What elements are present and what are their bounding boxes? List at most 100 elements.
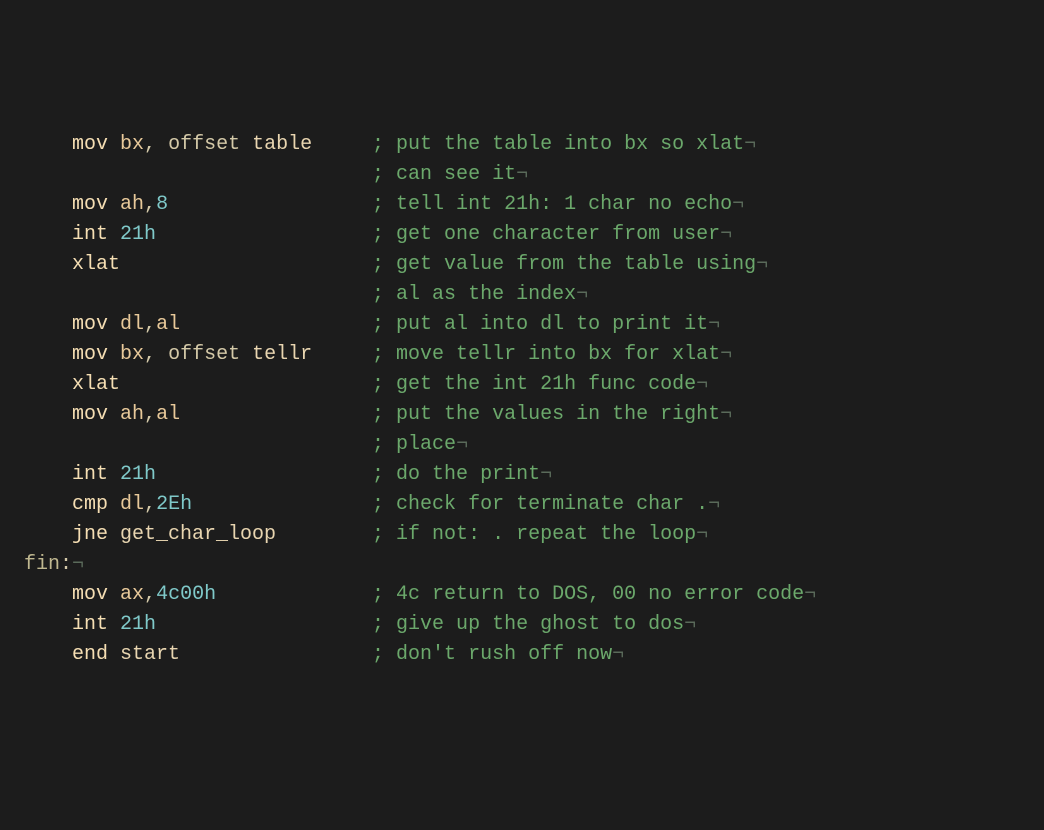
comment-container: ; put al into dl to print it¬ xyxy=(372,310,720,340)
comment-container: ; get value from the table using¬ xyxy=(372,250,768,280)
comment-container: ; can see it¬ xyxy=(372,160,528,190)
code-line: xlat; get the int 21h func code¬ xyxy=(0,370,1044,400)
eol-marker: ¬ xyxy=(696,373,708,396)
eol-marker: ¬ xyxy=(756,253,768,276)
code-line: mov ah,al; put the values in the right¬ xyxy=(0,400,1044,430)
token-register: ah xyxy=(120,403,144,426)
comment-text: ; check for terminate char . xyxy=(372,493,708,516)
comment-container: ; if not: . repeat the loop¬ xyxy=(372,520,708,550)
code-tokens-container: mov dl,al xyxy=(72,310,372,340)
token-keyword: offset xyxy=(168,343,240,366)
token-register: dl xyxy=(120,493,144,516)
token-space xyxy=(276,523,312,546)
code-tokens-container: end start xyxy=(72,640,372,670)
token-label: fin xyxy=(24,553,60,576)
comment-container: ; give up the ghost to dos¬ xyxy=(372,610,696,640)
eol-marker: ¬ xyxy=(732,193,744,216)
token-identifier: tellr xyxy=(252,343,312,366)
code-line: mov ax,4c00h; 4c return to DOS, 00 no er… xyxy=(0,580,1044,610)
comment-text: ; get the int 21h func code xyxy=(372,373,696,396)
eol-marker: ¬ xyxy=(708,493,720,516)
token-space xyxy=(108,133,120,156)
token-space xyxy=(240,343,252,366)
comment-container: ; don't rush off now¬ xyxy=(372,640,624,670)
comment-text: ; if not: . repeat the loop xyxy=(372,523,696,546)
comment-container: ; do the print¬ xyxy=(372,460,552,490)
token-number: 2Eh xyxy=(156,493,192,516)
token-space xyxy=(156,133,168,156)
token-mnemonic: mov xyxy=(72,193,108,216)
token-mnemonic: jne xyxy=(72,523,108,546)
token-mnemonic: mov xyxy=(72,313,108,336)
token-colon: : xyxy=(60,553,72,576)
token-identifier: start xyxy=(120,643,180,666)
code-tokens-container: int 21h xyxy=(72,460,372,490)
comment-text: ; get value from the table using xyxy=(372,253,756,276)
token-space xyxy=(108,463,120,486)
eol-marker: ¬ xyxy=(804,583,816,606)
comment-text: ; place xyxy=(372,433,456,456)
eol-marker: ¬ xyxy=(576,283,588,306)
code-tokens-container: cmp dl,2Eh xyxy=(72,490,372,520)
token-number: 21h xyxy=(120,223,156,246)
code-line: xlat ; get value from the table using¬ xyxy=(0,250,1044,280)
eol-marker: ¬ xyxy=(720,343,732,366)
comment-container: ; tell int 21h: 1 char no echo¬ xyxy=(372,190,744,220)
token-comma: , xyxy=(144,193,156,216)
token-space xyxy=(108,523,120,546)
token-comma: , xyxy=(144,133,156,156)
eol-marker: ¬ xyxy=(612,643,624,666)
code-tokens-container: mov ah,al xyxy=(72,400,372,430)
code-line: mov bx, offset tellr ; move tellr into b… xyxy=(0,340,1044,370)
comment-text: ; don't rush off now xyxy=(372,643,612,666)
code-line: mov dl,al; put al into dl to print it¬ xyxy=(0,310,1044,340)
eol-marker: ¬ xyxy=(72,553,84,576)
token-register: al xyxy=(156,313,180,336)
eol-marker: ¬ xyxy=(540,463,552,486)
code-line: fin:¬ xyxy=(0,550,1044,580)
comment-text: ; put the values in the right xyxy=(372,403,720,426)
token-number: 8 xyxy=(156,193,168,216)
token-mnemonic: int xyxy=(72,613,108,636)
token-register: ax xyxy=(120,583,144,606)
token-mnemonic: cmp xyxy=(72,493,108,516)
token-register: al xyxy=(156,403,180,426)
code-line: cmp dl,2Eh; check for terminate char .¬ xyxy=(0,490,1044,520)
code-tokens-container: mov ah,8 xyxy=(72,190,372,220)
token-mnemonic: int xyxy=(72,463,108,486)
comment-text: ; move tellr into bx for xlat xyxy=(372,343,720,366)
token-identifier: table xyxy=(252,133,312,156)
code-tokens-container: xlat xyxy=(72,250,372,280)
comment-container: ; get one character from user¬ xyxy=(372,220,732,250)
token-comma: , xyxy=(144,343,156,366)
token-space xyxy=(108,223,120,246)
comment-container: ; put the values in the right¬ xyxy=(372,400,732,430)
token-mnemonic: xlat xyxy=(72,253,120,276)
token-space xyxy=(108,313,120,336)
code-line: ; can see it¬ xyxy=(0,160,1044,190)
token-comma: , xyxy=(144,493,156,516)
comment-text: ; tell int 21h: 1 char no echo xyxy=(372,193,732,216)
code-line: jne get_char_loop ; if not: . repeat the… xyxy=(0,520,1044,550)
token-space xyxy=(108,403,120,426)
comment-container: ; put the table into bx so xlat¬ xyxy=(372,130,756,160)
token-space xyxy=(108,343,120,366)
eol-marker: ¬ xyxy=(516,163,528,186)
comment-text: ; give up the ghost to dos xyxy=(372,613,684,636)
code-line: ; place¬ xyxy=(0,430,1044,460)
comment-text: ; do the print xyxy=(372,463,540,486)
token-space xyxy=(312,133,336,156)
token-mnemonic: int xyxy=(72,223,108,246)
code-tokens-container: xlat xyxy=(72,370,372,400)
token-mnemonic: end xyxy=(72,643,108,666)
comment-text: ; put the table into bx so xlat xyxy=(372,133,744,156)
eol-marker: ¬ xyxy=(720,223,732,246)
comment-text: ; 4c return to DOS, 00 no error code xyxy=(372,583,804,606)
token-mnemonic: mov xyxy=(72,133,108,156)
token-space xyxy=(240,133,252,156)
code-line: int 21h ; get one character from user¬ xyxy=(0,220,1044,250)
token-number: 21h xyxy=(120,463,156,486)
comment-container: ; place¬ xyxy=(372,430,468,460)
token-number: 4c00h xyxy=(156,583,216,606)
code-line: int 21h; do the print¬ xyxy=(0,460,1044,490)
